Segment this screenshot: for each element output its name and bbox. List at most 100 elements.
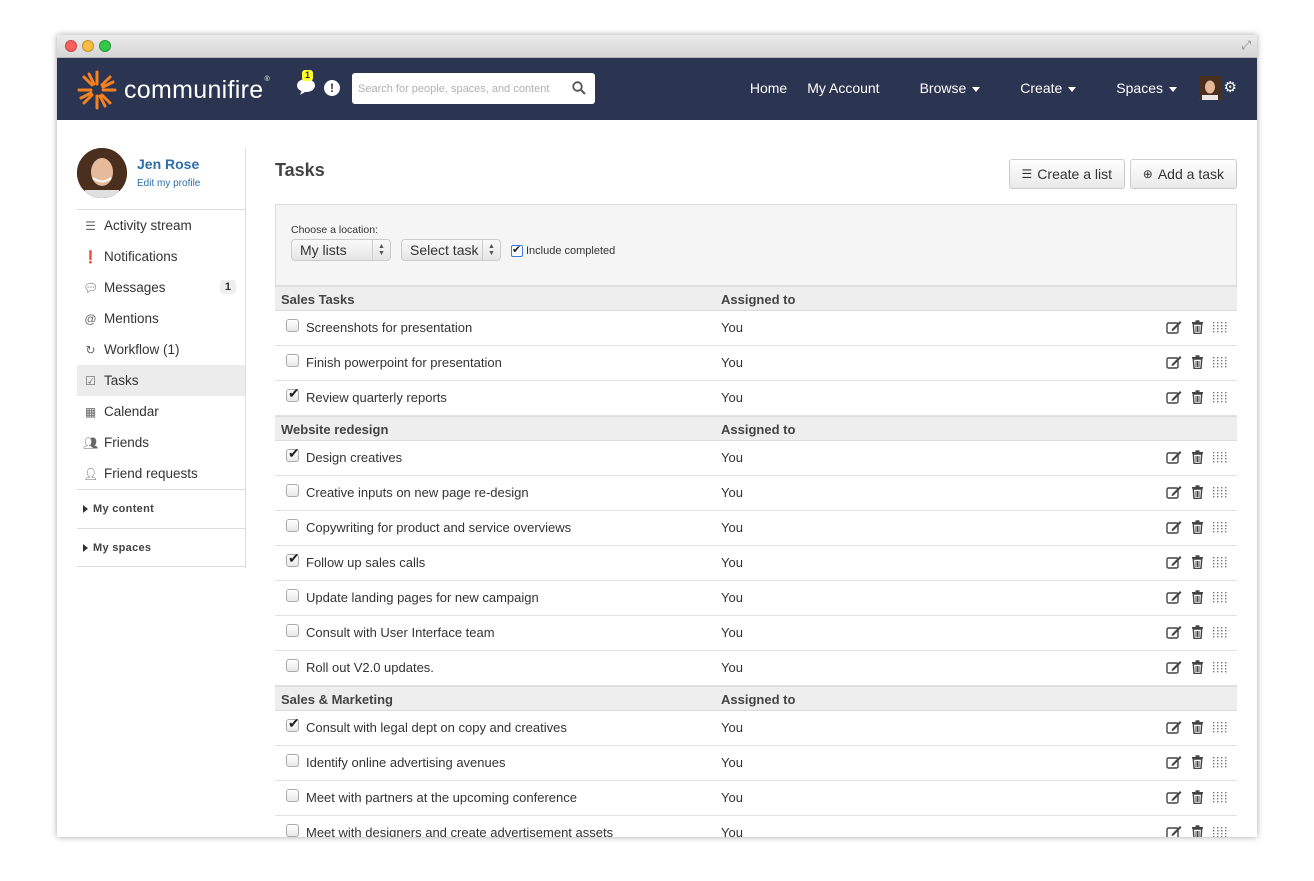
task-name[interactable]: Screenshots for presentation [306, 320, 472, 335]
trash-icon[interactable] [1191, 590, 1204, 604]
sidebar-section-my-spaces[interactable]: My spaces [77, 528, 246, 567]
sidebar-item-calendar[interactable]: ▦ Calendar [77, 396, 246, 427]
drag-handle-icon[interactable] [1213, 591, 1229, 603]
edit-icon[interactable] [1166, 320, 1182, 334]
task-name[interactable]: Consult with legal dept on copy and crea… [306, 720, 567, 735]
task-checkbox[interactable] [286, 659, 299, 672]
sidebar-item-activity-stream[interactable]: ☰ Activity stream [77, 210, 246, 241]
task-name[interactable]: Copywriting for product and service over… [306, 520, 571, 535]
task-checkbox[interactable] [286, 484, 299, 497]
alert-icon[interactable]: ! [324, 80, 340, 96]
sidebar-item-notifications[interactable]: ❗ Notifications [77, 241, 246, 272]
edit-icon[interactable] [1166, 625, 1182, 639]
task-name[interactable]: Review quarterly reports [306, 390, 447, 405]
task-list-select[interactable]: Select task ▲ ▼ [401, 239, 501, 261]
drag-handle-icon[interactable] [1213, 486, 1229, 498]
drag-handle-icon[interactable] [1213, 721, 1229, 733]
avatar[interactable] [77, 148, 127, 198]
task-name[interactable]: Design creatives [306, 450, 402, 465]
sidebar-item-workflow[interactable]: ↻ Workflow (1) [77, 334, 246, 365]
include-completed-checkbox[interactable] [511, 243, 523, 257]
nav-my-account-link[interactable]: My Account [807, 80, 879, 96]
task-name[interactable]: Meet with partners at the upcoming confe… [306, 790, 577, 805]
search-icon[interactable] [572, 81, 586, 95]
trash-icon[interactable] [1191, 825, 1204, 837]
trash-icon[interactable] [1191, 555, 1204, 569]
task-name[interactable]: Meet with designers and create advertise… [306, 825, 613, 837]
edit-icon[interactable] [1166, 555, 1182, 569]
task-name[interactable]: Identify online advertising avenues [306, 755, 505, 770]
task-checkbox[interactable] [286, 319, 299, 332]
edit-icon[interactable] [1166, 390, 1182, 404]
drag-handle-icon[interactable] [1213, 626, 1229, 638]
messages-nav-button[interactable]: 1 [296, 70, 316, 98]
edit-icon[interactable] [1166, 825, 1182, 837]
task-name[interactable]: Update landing pages for new campaign [306, 590, 539, 605]
location-select[interactable]: My lists ▲ ▼ [291, 239, 391, 261]
drag-handle-icon[interactable] [1213, 451, 1229, 463]
task-checkbox[interactable] [286, 824, 299, 837]
zoom-window-button[interactable] [99, 40, 111, 52]
edit-icon[interactable] [1166, 485, 1182, 499]
drag-handle-icon[interactable] [1213, 791, 1229, 803]
sidebar-item-mentions[interactable]: @ Mentions [77, 303, 246, 334]
task-checkbox[interactable] [286, 715, 300, 732]
include-completed-toggle[interactable]: Include completed [511, 243, 615, 257]
drag-handle-icon[interactable] [1213, 756, 1229, 768]
drag-handle-icon[interactable] [1213, 661, 1229, 673]
nav-spaces-menu[interactable]: Spaces [1096, 80, 1177, 96]
edit-icon[interactable] [1166, 520, 1182, 534]
edit-icon[interactable] [1166, 355, 1182, 369]
trash-icon[interactable] [1191, 485, 1204, 499]
trash-icon[interactable] [1191, 755, 1204, 769]
task-checkbox[interactable] [286, 354, 299, 367]
task-checkbox[interactable] [286, 519, 299, 532]
gear-icon[interactable]: ⚙ [1224, 78, 1237, 96]
user-avatar-menu[interactable] [1199, 76, 1221, 100]
drag-handle-icon[interactable] [1213, 391, 1229, 403]
drag-handle-icon[interactable] [1213, 521, 1229, 533]
profile-name-link[interactable]: Jen Rose [137, 156, 199, 172]
task-checkbox[interactable] [286, 445, 300, 462]
task-name[interactable]: Follow up sales calls [306, 555, 425, 570]
trash-icon[interactable] [1191, 625, 1204, 639]
task-name[interactable]: Creative inputs on new page re-design [306, 485, 529, 500]
trash-icon[interactable] [1191, 355, 1204, 369]
sidebar-item-friend-requests[interactable]: 👤︎ Friend requests [77, 458, 246, 489]
edit-icon[interactable] [1166, 450, 1182, 464]
trash-icon[interactable] [1191, 520, 1204, 534]
task-name[interactable]: Finish powerpoint for presentation [306, 355, 502, 370]
edit-profile-link[interactable]: Edit my profile [137, 178, 200, 189]
trash-icon[interactable] [1191, 390, 1204, 404]
trash-icon[interactable] [1191, 790, 1204, 804]
drag-handle-icon[interactable] [1213, 356, 1229, 368]
task-checkbox[interactable] [286, 754, 299, 767]
edit-icon[interactable] [1166, 790, 1182, 804]
drag-handle-icon[interactable] [1213, 321, 1229, 333]
task-name[interactable]: Roll out V2.0 updates. [306, 660, 434, 675]
task-name[interactable]: Consult with User Interface team [306, 625, 495, 640]
sidebar-item-tasks[interactable]: ☑ Tasks [77, 365, 246, 396]
search-input[interactable] [352, 73, 562, 104]
sidebar-section-my-content[interactable]: My content [77, 489, 246, 528]
add-task-button[interactable]: ⊕ Add a task [1129, 159, 1237, 189]
close-window-button[interactable] [65, 40, 77, 52]
task-checkbox[interactable] [286, 789, 299, 802]
drag-handle-icon[interactable] [1213, 556, 1229, 568]
edit-icon[interactable] [1166, 755, 1182, 769]
trash-icon[interactable] [1191, 450, 1204, 464]
sidebar-item-messages[interactable]: 💬︎ Messages 1 [77, 272, 246, 303]
sidebar-item-friends[interactable]: 👥︎ Friends [77, 427, 246, 458]
trash-icon[interactable] [1191, 660, 1204, 674]
task-checkbox[interactable] [286, 624, 299, 637]
minimize-window-button[interactable] [82, 40, 94, 52]
task-checkbox[interactable] [286, 550, 300, 567]
edit-icon[interactable] [1166, 660, 1182, 674]
task-checkbox[interactable] [286, 385, 300, 402]
drag-handle-icon[interactable] [1213, 826, 1229, 838]
nav-create-menu[interactable]: Create [1000, 80, 1077, 96]
task-checkbox[interactable] [286, 589, 299, 602]
trash-icon[interactable] [1191, 720, 1204, 734]
edit-icon[interactable] [1166, 590, 1182, 604]
nav-browse-menu[interactable]: Browse [900, 80, 981, 96]
